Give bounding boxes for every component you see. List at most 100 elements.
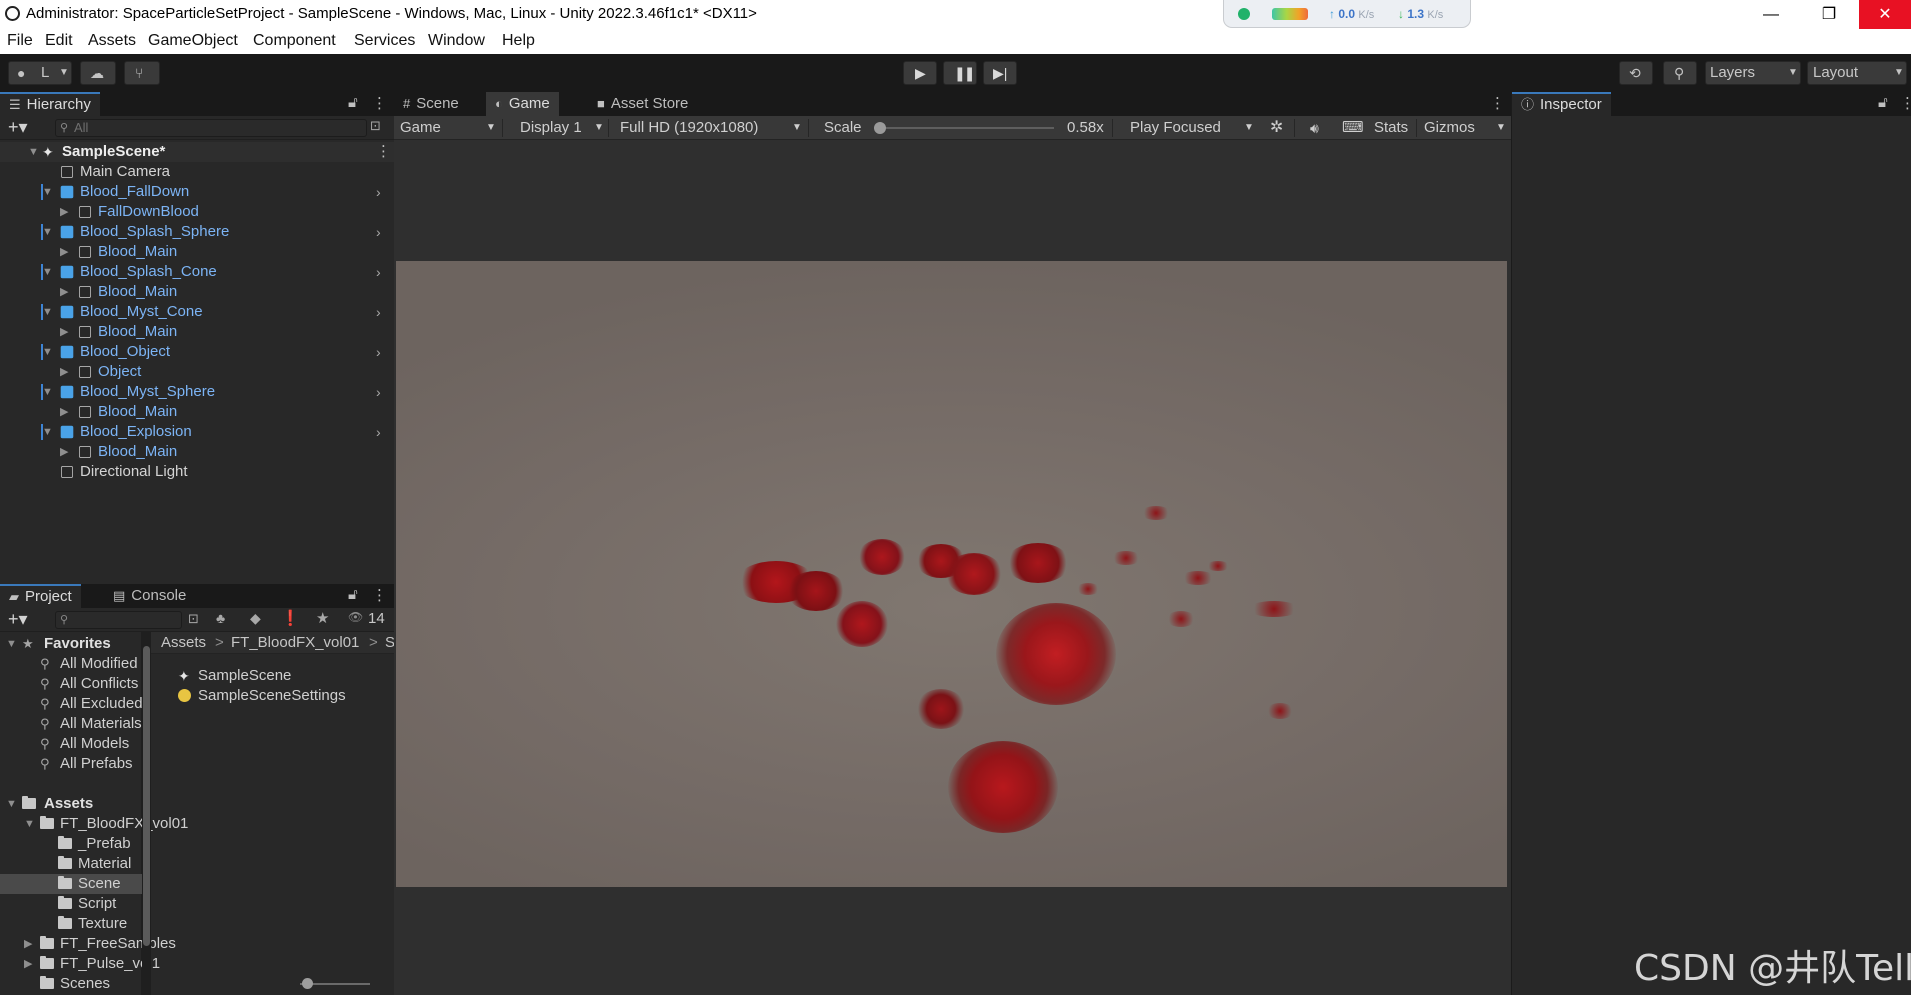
expand-arrow-down-icon[interactable]: ▼ <box>42 302 53 322</box>
gizmos-dropdown[interactable]: Gizmos ▼ <box>1424 116 1508 140</box>
hierarchy-search-input[interactable]: ⚲ All <box>55 119 367 137</box>
hierarchy-item[interactable]: ▼ Blood_FallDown › <box>0 182 394 202</box>
display-dropdown[interactable]: Display 1 ▼ <box>520 116 604 140</box>
favorite-item[interactable]: ⚲ All Prefabs <box>0 754 142 774</box>
hierarchy-item[interactable]: ▶ Blood_Main <box>0 442 394 462</box>
play-button[interactable]: ▶ <box>903 61 937 85</box>
minimize-button[interactable]: — <box>1743 0 1799 29</box>
folder-item[interactable]: Material <box>0 854 142 874</box>
cloud-button[interactable]: ☁ <box>80 61 116 85</box>
panel-menu-icon[interactable]: ⋮ <box>1900 94 1911 112</box>
hierarchy-item[interactable]: Main Camera <box>0 162 394 182</box>
menu-assets[interactable]: Assets <box>88 32 136 50</box>
menu-file[interactable]: File <box>7 32 33 50</box>
breadcrumb-assets[interactable]: Assets <box>161 632 206 653</box>
layout-dropdown[interactable]: Layout ▼ <box>1807 61 1907 85</box>
scene-menu-icon[interactable]: ⋮ <box>376 142 391 162</box>
tab-scene[interactable]: # Scene <box>394 92 468 116</box>
expand-arrow-down-icon[interactable]: ▼ <box>42 222 53 242</box>
hierarchy-item[interactable]: ▼ Blood_Object › <box>0 342 394 362</box>
hierarchy-item[interactable]: ▶ Object <box>0 362 394 382</box>
favorites-header[interactable]: ▼ ★ Favorites <box>0 634 142 654</box>
open-prefab-chevron-icon[interactable]: › <box>376 382 381 402</box>
open-prefab-chevron-icon[interactable]: › <box>376 302 381 322</box>
open-prefab-chevron-icon[interactable]: › <box>376 342 381 362</box>
expand-arrow-right-icon[interactable]: ▶ <box>24 934 32 954</box>
menu-services[interactable]: Services <box>354 32 415 50</box>
expand-arrow-right-icon[interactable]: ▶ <box>60 282 68 302</box>
search-options-icon[interactable]: ⊡ <box>370 118 381 134</box>
collab-button[interactable]: ⑂ <box>124 61 160 85</box>
mute-audio-icon[interactable]: 🔊︎ <box>1310 116 1319 140</box>
open-prefab-chevron-icon[interactable]: › <box>376 262 381 282</box>
slider-knob[interactable] <box>302 978 313 989</box>
open-prefab-chevron-icon[interactable]: › <box>376 182 381 202</box>
filter-warning-icon[interactable]: ❗ <box>281 609 300 627</box>
account-dropdown[interactable]: ● L ▼ <box>8 61 72 85</box>
project-search-input[interactable]: ⚲ <box>55 611 182 629</box>
tab-asset-store[interactable]: ■ Asset Store <box>588 92 697 116</box>
expand-arrow-down-icon[interactable]: ▼ <box>6 794 17 814</box>
tab-game[interactable]: ◐ Game <box>486 92 559 116</box>
scale-slider[interactable] <box>874 122 1054 134</box>
folder-item[interactable]: Scenes <box>0 974 142 994</box>
hierarchy-item[interactable]: ▶ Blood_Main <box>0 242 394 262</box>
tab-project[interactable]: ▰ Project <box>0 584 81 608</box>
open-prefab-chevron-icon[interactable]: › <box>376 422 381 442</box>
folder-item[interactable]: Script <box>0 894 142 914</box>
menu-window[interactable]: Window <box>428 32 485 50</box>
lock-icon[interactable]: 🔓︎ <box>1878 94 1888 111</box>
tab-hierarchy[interactable]: ☰ Hierarchy <box>0 92 100 116</box>
hierarchy-item[interactable]: Directional Light <box>0 462 394 482</box>
tab-inspector[interactable]: ⓘ Inspector <box>1512 92 1611 116</box>
favorite-item[interactable]: ⚲ All Excluded <box>0 694 143 714</box>
favorite-item[interactable]: ⚲ All Conflicts <box>0 674 142 694</box>
lock-icon[interactable]: 🔓︎ <box>348 586 358 603</box>
folder-item[interactable]: _Prefab <box>0 834 142 854</box>
menu-help[interactable]: Help <box>502 32 535 50</box>
hierarchy-item[interactable]: ▶ FallDownBlood <box>0 202 394 222</box>
stats-button[interactable]: Stats <box>1374 116 1408 140</box>
game-viewport[interactable] <box>394 140 1511 995</box>
expand-arrow-down-icon[interactable]: ▼ <box>28 142 39 162</box>
hierarchy-item[interactable]: ▼ Blood_Splash_Cone › <box>0 262 394 282</box>
hierarchy-scene-row[interactable]: ▼ ✦ SampleScene* ⋮ <box>0 142 394 162</box>
menu-gameobject[interactable]: GameObject <box>148 32 238 50</box>
view-mode-dropdown[interactable]: Game ▼ <box>400 116 496 140</box>
panel-menu-icon[interactable]: ⋮ <box>1490 94 1505 112</box>
expand-arrow-down-icon[interactable]: ▼ <box>42 262 53 282</box>
tab-console[interactable]: ▤ Console <box>104 584 195 608</box>
expand-arrow-right-icon[interactable]: ▶ <box>60 202 68 222</box>
expand-arrow-right-icon[interactable]: ▶ <box>60 402 68 422</box>
bug-debug-icon[interactable]: ✲ <box>1270 116 1283 140</box>
panel-menu-icon[interactable]: ⋮ <box>372 94 387 112</box>
undo-history-button[interactable]: ⟲ <box>1619 61 1653 85</box>
hierarchy-item[interactable]: ▼ Blood_Splash_Sphere › <box>0 222 394 242</box>
expand-arrow-right-icon[interactable]: ▶ <box>60 322 68 342</box>
expand-arrow-down-icon[interactable]: ▼ <box>24 814 35 834</box>
favorite-item[interactable]: ⚲ All Modified <box>0 654 142 674</box>
expand-arrow-down-icon[interactable]: ▼ <box>42 342 53 362</box>
breadcrumb-ftbloodfx[interactable]: FT_BloodFX_vol01 <box>231 632 359 653</box>
folder-item[interactable]: ▶ FT_FreeSamples <box>0 934 176 954</box>
filter-by-label-icon[interactable]: ◆ <box>250 610 261 627</box>
scale-slider-knob[interactable] <box>874 122 886 134</box>
layers-dropdown[interactable]: Layers ▼ <box>1705 61 1801 85</box>
expand-arrow-right-icon[interactable]: ▶ <box>24 954 32 974</box>
hierarchy-item[interactable]: ▼ Blood_Myst_Sphere › <box>0 382 394 402</box>
search-scope-icon[interactable]: ⊡ <box>188 611 199 627</box>
panel-menu-icon[interactable]: ⋮ <box>372 586 387 604</box>
hierarchy-item[interactable]: ▼ Blood_Myst_Cone › <box>0 302 394 322</box>
hierarchy-item[interactable]: ▶ Blood_Main <box>0 322 394 342</box>
expand-arrow-right-icon[interactable]: ▶ <box>60 442 68 462</box>
expand-arrow-right-icon[interactable]: ▶ <box>60 242 68 262</box>
folder-item[interactable]: Texture <box>0 914 142 934</box>
folder-tree-scrollbar[interactable] <box>142 632 151 995</box>
hierarchy-item[interactable]: ▼ Blood_Explosion › <box>0 422 394 442</box>
hierarchy-item[interactable]: ▶ Blood_Main <box>0 402 394 422</box>
folder-item[interactable]: ▼ FT_BloodFX_vol01 <box>0 814 188 834</box>
game-render-canvas[interactable] <box>396 261 1507 887</box>
filter-by-type-icon[interactable]: ♣ <box>216 610 225 626</box>
folder-item[interactable]: ▶ FT_Pulse_vol1 <box>0 954 160 974</box>
close-button[interactable]: ✕ <box>1859 0 1911 29</box>
